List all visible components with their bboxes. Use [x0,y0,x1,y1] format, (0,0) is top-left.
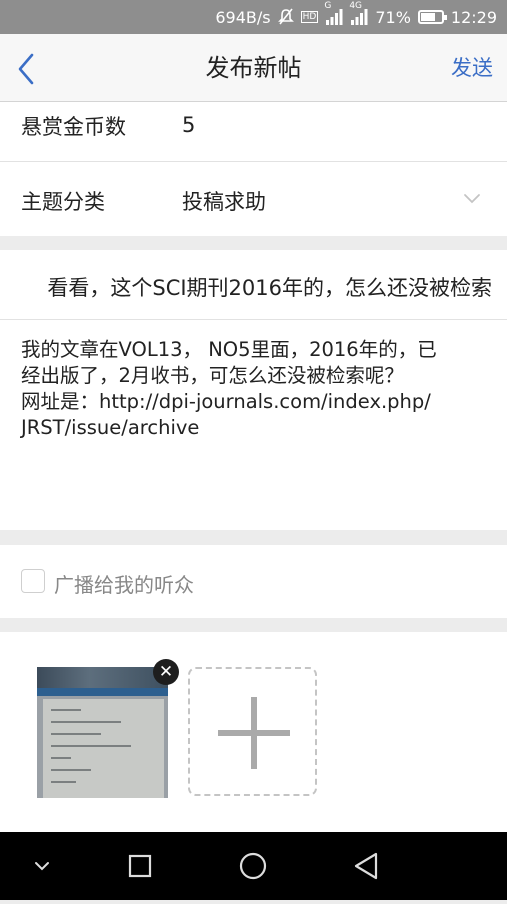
content-line: 经出版了，2月收书，可怎么还没被检索呢？ [21,364,404,387]
thumbnail-line [51,721,121,723]
signal-tag-4g: 4G [349,1,363,11]
thumbnail-line [51,781,76,783]
chevron-down-icon [35,862,49,871]
circle-icon [239,852,267,880]
title-text: 看看，这个SCI期刊2016年的，怎么还没被检索 [47,276,492,300]
content-line: JRST/issue/archive [21,416,200,439]
signal-tag: G [324,1,332,11]
battery-fill [420,13,435,21]
page-title: 发布新帖 [205,54,302,82]
plus-icon-vertical [251,697,257,769]
content-text: 我的文章在VOL13， NO5里面，2016年的，已 经出版了，2月收书，可怎么… [21,337,437,441]
overview-button[interactable] [110,832,170,900]
thumbnail-line [51,769,91,771]
home-button[interactable] [223,832,283,900]
signal-4g-icon: 4G [349,1,368,25]
nav-bar: 发布新帖 发送 [0,34,507,102]
attachment-thumbnail[interactable] [37,667,168,798]
square-icon [128,854,152,878]
battery-percent: 71% [375,7,411,27]
status-bar: 694B/s HD G 4G 71% 12:29 [0,0,507,34]
system-nav-bar [0,832,507,900]
broadcast-checkbox[interactable] [21,569,45,593]
category-label: 主题分类 [21,190,105,214]
broadcast-label[interactable]: 广播给我的听众 [54,569,194,598]
battery-icon [417,10,447,24]
title-input[interactable]: 看看，这个SCI期刊2016年的，怎么还没被检索 [0,250,507,319]
thumbnail-band [37,688,168,696]
reward-label: 悬赏金币数 [21,115,126,139]
chevron-down-icon[interactable] [463,193,481,205]
content-line: 我的文章在VOL13， NO5里面，2016年的，已 [21,338,437,361]
back-system-button[interactable] [336,832,396,900]
thumbnail-line [51,745,131,747]
content-textarea[interactable]: 我的文章在VOL13， NO5里面，2016年的，已 经出版了，2月收书，可怎么… [0,320,507,530]
triangle-back-icon [354,852,378,880]
category-value[interactable]: 投稿求助 [182,186,266,216]
send-button[interactable]: 发送 [451,34,493,102]
thumbnail-page [43,699,164,798]
reward-row[interactable]: 悬赏金币数 5 [0,102,507,161]
category-row[interactable]: 主题分类 投稿求助 [0,162,507,236]
clock: 12:29 [450,7,497,27]
hd-voice-icon: HD [300,11,319,23]
network-speed: 694B/s [215,7,271,27]
remove-image-button[interactable]: ✕ [153,659,179,685]
hide-nav-button[interactable] [12,832,72,900]
mute-icon [277,8,294,26]
thumbnail-line [51,733,101,735]
add-image-button[interactable] [188,667,317,796]
close-icon: ✕ [158,662,174,682]
thumbnail-line [51,757,71,759]
signal-icon: G [324,1,343,25]
reward-value[interactable]: 5 [182,113,195,137]
thumbnail-line [51,709,81,711]
content-line: 网址是：http://dpi-journals.com/index.php/ [21,390,431,413]
